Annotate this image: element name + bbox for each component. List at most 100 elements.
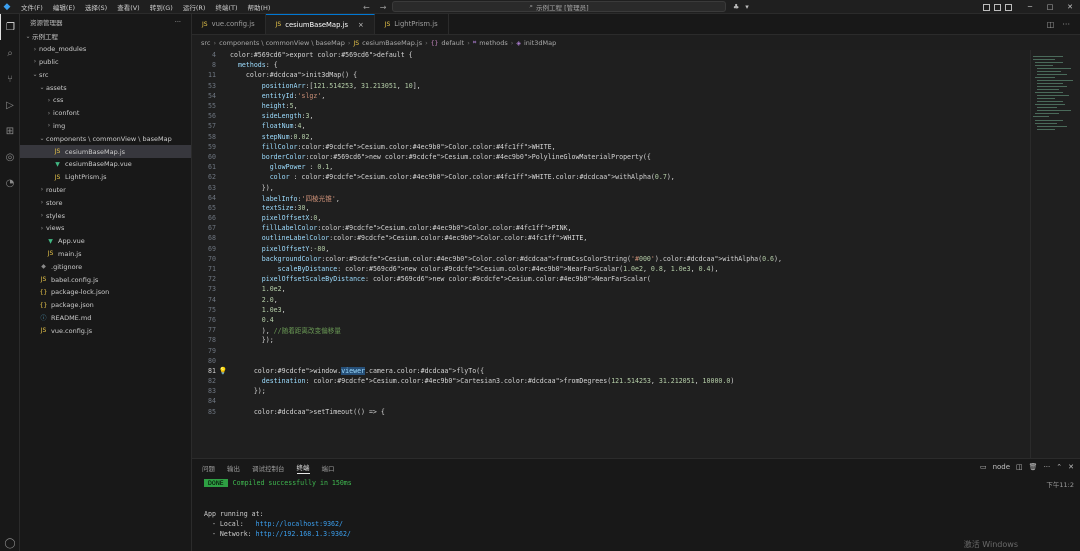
code-line[interactable]: 66 pixelOffsetX:0, xyxy=(192,213,1030,223)
minimap[interactable] xyxy=(1030,50,1080,458)
panel-tab[interactable]: 终端 xyxy=(296,462,310,474)
tree-item[interactable]: › styles xyxy=(20,209,191,222)
code-line[interactable]: 69 pixelOffsetY:-80, xyxy=(192,244,1030,254)
code-line[interactable]: 62 color : color:#9cdcfe">Cesium.color:#… xyxy=(192,172,1030,182)
code-line[interactable]: 74 2.0, xyxy=(192,295,1030,305)
tab-cesiumBaseMap-js[interactable]: JS cesiumBaseMap.js × xyxy=(265,14,375,34)
forward-arrow-icon[interactable]: → xyxy=(380,3,387,12)
terminal-name[interactable]: node xyxy=(993,463,1010,471)
tab-vue-config-js[interactable]: JS vue.config.js xyxy=(192,14,266,34)
code-line[interactable]: 80 xyxy=(192,356,1030,366)
toggle-secondary-sidebar-icon[interactable] xyxy=(1005,3,1012,11)
command-center-search[interactable]: ⌕ 示例工程 [管理员] xyxy=(392,1,726,12)
tree-item[interactable]: ▼ cesiumBaseMap.vue xyxy=(20,158,191,171)
code-line[interactable]: 82 destination: color:#9cdcfe">Cesium.co… xyxy=(192,376,1030,386)
tree-item[interactable]: JS LightPrism.js xyxy=(20,171,191,184)
tree-item[interactable]: JS main.js xyxy=(20,248,191,261)
code-line[interactable]: 64 labelInfo:'四棱光锥', xyxy=(192,193,1030,203)
close-window-icon[interactable]: ✕ xyxy=(1060,3,1080,11)
code-line[interactable]: 65 textSize:30, xyxy=(192,203,1030,213)
breadcrumb-item[interactable]: init3dMap xyxy=(524,39,556,47)
tree-item[interactable]: ⌄ src xyxy=(20,68,191,81)
code-line[interactable]: 76 0.4 xyxy=(192,315,1030,325)
panel-tab[interactable]: 调试控制台 xyxy=(252,463,285,473)
panel-tab[interactable]: 问题 xyxy=(202,463,215,473)
timeline-icon[interactable]: ◔ xyxy=(0,170,20,196)
menu-item[interactable]: 终端(T) xyxy=(210,2,242,12)
tree-item[interactable]: ⌄ assets xyxy=(20,81,191,94)
code-line[interactable]: 71 scaleByDistance: color:#569cd6">new c… xyxy=(192,264,1030,274)
tree-item[interactable]: › store xyxy=(20,196,191,209)
search-view-icon[interactable]: ⌕ xyxy=(0,40,20,66)
tree-item[interactable]: ▼ App.vue xyxy=(20,235,191,248)
close-panel-icon[interactable]: ✕ xyxy=(1068,463,1074,471)
code-line[interactable]: 83 }); xyxy=(192,386,1030,396)
tree-item[interactable]: › views xyxy=(20,222,191,235)
more-actions-icon[interactable]: ··· xyxy=(175,18,181,26)
code-line[interactable]: 70 backgroundColor:color:#9cdcfe">Cesium… xyxy=(192,254,1030,264)
lightbulb-icon[interactable]: 💡 xyxy=(216,367,230,375)
tree-item[interactable]: {} package-lock.json xyxy=(20,286,191,299)
code-line[interactable]: 11 color:#dcdcaa">init3dMap() { xyxy=(192,70,1030,80)
code-line[interactable]: 4 color:#569cd6">export color:#569cd6">de… xyxy=(192,50,1030,60)
code-line[interactable]: 85 color:#dcdcaa">setTimeout(() => { xyxy=(192,407,1030,417)
tree-item[interactable]: › router xyxy=(20,184,191,197)
tree-item[interactable]: {} package.json xyxy=(20,299,191,312)
split-terminal-icon[interactable]: ◫ xyxy=(1016,463,1023,471)
toggle-sidebar-icon[interactable] xyxy=(983,3,990,11)
dropdown-chevron-icon[interactable]: ▾ xyxy=(745,3,749,11)
extensions-icon[interactable]: ⊞ xyxy=(0,118,20,144)
copilot-icon[interactable]: ♣ xyxy=(733,3,739,11)
maximize-panel-icon[interactable]: ⌃ xyxy=(1056,463,1062,471)
code-line[interactable]: 72 pixelOffsetScaleByDistance: color:#56… xyxy=(192,274,1030,284)
code-line[interactable]: 53 positionArr:[121.514253, 31.213051, 1… xyxy=(192,81,1030,91)
account-icon[interactable]: ◯ xyxy=(0,538,20,549)
remote-explorer-icon[interactable]: ◎ xyxy=(0,144,20,170)
menu-item[interactable]: 转到(G) xyxy=(145,2,178,12)
code-line[interactable]: 54 entityId:'slgz', xyxy=(192,91,1030,101)
code-editor[interactable]: 4 color:#569cd6">export color:#569cd6">de… xyxy=(192,50,1030,458)
split-editor-icon[interactable]: ◫ xyxy=(1047,20,1055,29)
more-actions-icon[interactable]: ··· xyxy=(1044,463,1051,471)
code-line[interactable]: 81 💡 color:#9cdcfe">window.viewer.camera.… xyxy=(192,366,1030,376)
code-line[interactable]: 79 xyxy=(192,345,1030,355)
code-line[interactable]: 59 fillColor:color:#9cdcfe">Cesium.color… xyxy=(192,142,1030,152)
back-arrow-icon[interactable]: ← xyxy=(363,3,370,12)
code-line[interactable]: 55 height:5, xyxy=(192,101,1030,111)
tree-item[interactable]: ◆ .gitignore xyxy=(20,260,191,273)
code-line[interactable]: 84 xyxy=(192,396,1030,406)
code-line[interactable]: 78 }); xyxy=(192,335,1030,345)
tree-item[interactable]: › css xyxy=(20,94,191,107)
maximize-icon[interactable]: □ xyxy=(1040,3,1060,11)
copilot-area[interactable]: ♣ ▾ xyxy=(733,0,749,14)
code-line[interactable]: 60 borderColor:color:#569cd6">new color:… xyxy=(192,152,1030,162)
breadcrumb-item[interactable]: components \ commonView \ baseMap xyxy=(219,39,345,47)
menu-item[interactable]: 文件(F) xyxy=(16,2,48,12)
minimize-icon[interactable]: ─ xyxy=(1020,3,1040,11)
tree-item[interactable]: JS vue.config.js xyxy=(20,324,191,337)
tree-item[interactable]: › public xyxy=(20,56,191,69)
terminal-output[interactable]: DONE Compiled successfully in 150ms App … xyxy=(204,478,1080,551)
explorer-icon[interactable]: ❐ xyxy=(0,14,20,40)
menu-item[interactable]: 帮助(H) xyxy=(242,2,275,12)
code-line[interactable]: 73 1.0e2, xyxy=(192,284,1030,294)
menu-item[interactable]: 编辑(E) xyxy=(48,2,80,12)
tree-item[interactable]: › img xyxy=(20,120,191,133)
breadcrumb-item[interactable]: methods xyxy=(479,39,508,47)
breadcrumb-item[interactable]: src xyxy=(201,39,211,47)
code-line[interactable]: 8 methods: { xyxy=(192,60,1030,70)
source-control-icon[interactable]: ⑂ xyxy=(0,66,20,92)
code-line[interactable]: 56 sideLength:3, xyxy=(192,111,1030,121)
run-debug-icon[interactable]: ▷ xyxy=(0,92,20,118)
workspace-root[interactable]: ⌄ 示例工程 xyxy=(20,30,191,43)
tree-item[interactable]: ⌄ components \ commonView \ baseMap xyxy=(20,132,191,145)
code-line[interactable]: 57 floatNum:4, xyxy=(192,121,1030,131)
more-actions-icon[interactable]: ··· xyxy=(1062,20,1070,29)
trash-icon[interactable]: 🗑 xyxy=(1029,463,1038,471)
menu-item[interactable]: 运行(R) xyxy=(178,2,211,12)
close-icon[interactable]: × xyxy=(358,21,364,29)
tab-LightPrism-js[interactable]: JS LightPrism.js xyxy=(375,14,449,34)
code-line[interactable]: 75 1.0e3, xyxy=(192,305,1030,315)
menu-item[interactable]: 选择(S) xyxy=(80,2,112,12)
code-line[interactable]: 58 stepNum:0.02, xyxy=(192,132,1030,142)
